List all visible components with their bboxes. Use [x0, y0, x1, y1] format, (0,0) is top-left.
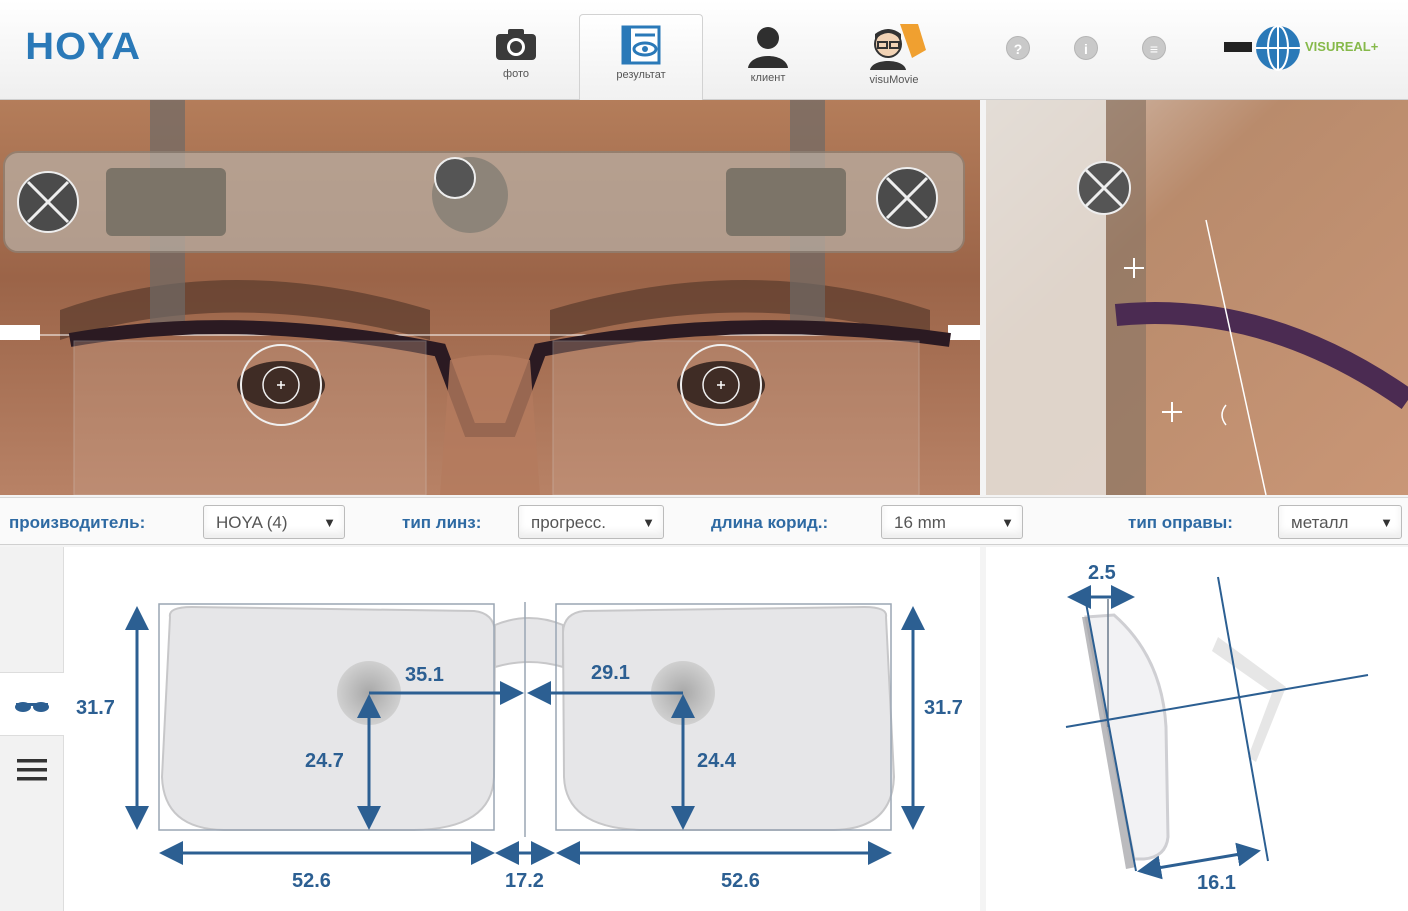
lens-type-select[interactable]: прогресс. ▼ [518, 505, 664, 539]
tab-client-label: клиент [750, 72, 786, 84]
client-icon [748, 27, 788, 68]
side-photo [986, 100, 1408, 495]
result-icon [621, 25, 661, 65]
glasses-view-tab[interactable] [0, 672, 64, 736]
lens-type-label: тип линз: [402, 513, 482, 532]
frame-type-value: металл [1291, 513, 1349, 532]
frame-diagram: 31.7 31.7 35.1 29.1 24.7 24.4 52.6 17.2 … [76, 602, 963, 892]
camera-icon [496, 29, 536, 60]
top-toolbar: HOYA фото результат клиент visuMovie ? i… [0, 0, 1408, 100]
manufacturer-value: HOYA (4) [216, 513, 288, 532]
tab-result[interactable]: результат [579, 14, 703, 100]
left-fitting-height-value: 24.7 [305, 750, 344, 772]
hoya-logo: HOYA [25, 26, 142, 68]
tab-photo-label: фото [503, 68, 529, 80]
tab-photo[interactable]: фото [454, 14, 578, 100]
chevron-down-icon: ▼ [1380, 515, 1393, 530]
right-fitting-height-value: 24.4 [697, 750, 737, 772]
corridor-label: длина корид.: [711, 513, 829, 532]
tab-visumovie[interactable]: visuMovie [832, 14, 956, 100]
visumovie-icon [870, 24, 926, 70]
right-height-value: 31.7 [924, 697, 963, 719]
side-measurement-panel: 2.5 16.1 [986, 547, 1408, 911]
lens-parameters-bar: производитель: HOYA (4) ▼ тип линз: прог… [0, 497, 1408, 545]
view-switcher [0, 547, 64, 911]
bridge-value: 17.2 [505, 870, 544, 892]
corridor-value: 16 mm [894, 513, 946, 532]
chevron-down-icon: ▼ [642, 515, 655, 530]
settings-icon[interactable]: ≡ [1142, 36, 1166, 60]
menu-icon [17, 759, 47, 781]
visureal-label: VISUREAL+ [1305, 39, 1379, 54]
chevron-down-icon: ▼ [1001, 515, 1014, 530]
chevron-down-icon: ▼ [323, 515, 336, 530]
app-window: HOYA фото результат клиент visuMovie ? i… [0, 0, 1408, 911]
right-pd-value: 29.1 [591, 662, 630, 684]
frame-type-select[interactable]: металл ▼ [1278, 505, 1402, 539]
manufacturer-select[interactable]: HOYA (4) ▼ [203, 505, 345, 539]
left-pd-value: 35.1 [405, 664, 444, 686]
globe-icon [1224, 25, 1300, 71]
front-measurement-panel: 31.7 31.7 35.1 29.1 24.7 24.4 52.6 17.2 … [64, 547, 980, 911]
side-diagram: 2.5 16.1 [1065, 562, 1369, 894]
manufacturer-label: производитель: [9, 513, 146, 532]
tab-client[interactable]: клиент [706, 14, 830, 100]
tab-visumovie-label: visuMovie [869, 74, 919, 86]
list-view-tab[interactable] [0, 737, 64, 801]
left-lens-width-value: 52.6 [292, 870, 331, 892]
glasses-icon [15, 702, 49, 712]
info-icon[interactable]: i [1074, 36, 1098, 60]
tilt-value: 2.5 [1088, 562, 1116, 584]
left-height-value: 31.7 [76, 697, 115, 719]
frame-type-label: тип оправы: [1128, 513, 1233, 532]
right-lens-width-value: 52.6 [721, 870, 760, 892]
corridor-select[interactable]: 16 mm ▼ [881, 505, 1023, 539]
tab-result-label: результат [616, 69, 666, 81]
front-photo [0, 100, 980, 495]
lens-type-value: прогресс. [531, 513, 606, 532]
question-icon[interactable]: ? [1006, 36, 1030, 60]
vertex-value: 16.1 [1197, 872, 1236, 894]
